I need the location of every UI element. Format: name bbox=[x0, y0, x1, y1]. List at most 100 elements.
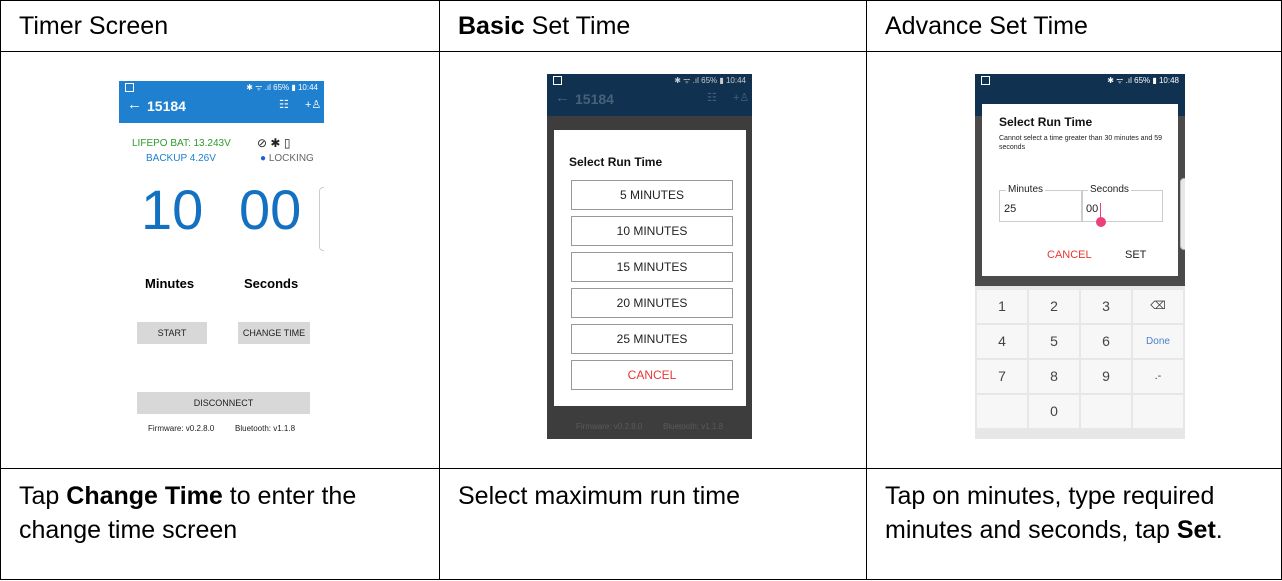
key-7[interactable]: 7 bbox=[977, 360, 1027, 393]
minutes-field[interactable]: Minutes 25 bbox=[999, 184, 1083, 222]
add-user-icon[interactable]: +♙ bbox=[305, 98, 321, 111]
side-scroll-handle bbox=[319, 187, 324, 251]
header-row: Timer Screen Basic Set Time Advance Set … bbox=[0, 0, 1282, 52]
basic-set-time-screenshot: ✱ ᯤ .ıl 65% ▮ 10:44 ← 15184 ☷ +♙ Select … bbox=[547, 74, 752, 439]
status-bar: ✱ ᯤ .ıl 65% ▮ 10:44 bbox=[547, 74, 752, 88]
key-1[interactable]: 1 bbox=[977, 290, 1027, 323]
settings-sliders-icon: ☷ bbox=[707, 92, 717, 104]
notification-icon bbox=[553, 76, 562, 85]
caption-1-bold: Change Time bbox=[66, 482, 223, 510]
minutes-field-label: Minutes bbox=[1006, 184, 1046, 195]
caption-row: Tap Change Time to enter the change time… bbox=[0, 468, 1282, 580]
caption-1-pre: Tap bbox=[19, 482, 67, 510]
disconnect-button[interactable]: DISCONNECT bbox=[137, 392, 310, 414]
key-blank-right bbox=[1133, 395, 1183, 428]
bluetooth-version: Bluetooth: v1.1.8 bbox=[235, 424, 296, 433]
done-key[interactable]: Done bbox=[1133, 325, 1183, 358]
caption-3-post: . bbox=[1215, 516, 1223, 544]
cursor-handle-icon[interactable] bbox=[1096, 217, 1106, 227]
key-decimal-minus[interactable]: .- bbox=[1133, 360, 1183, 393]
caption-2: Select maximum run time bbox=[439, 468, 867, 580]
dialog-title: Select Run Time bbox=[999, 115, 1093, 129]
option-10-minutes[interactable]: 10 MINUTES bbox=[571, 216, 733, 246]
header-col2-bold: Basic bbox=[458, 11, 525, 40]
seconds-field-label: Seconds bbox=[1088, 184, 1131, 195]
seconds-field-value: 00 bbox=[1086, 203, 1099, 215]
advance-set-time-screenshot: ✱ ᯤ .ıl 65% ▮ 10:48 Select Run Time Cann… bbox=[975, 74, 1185, 439]
dialog-title: Select Run Time bbox=[569, 155, 663, 169]
key-9[interactable]: 9 bbox=[1081, 360, 1131, 393]
caption-3-bold: Set bbox=[1176, 516, 1216, 544]
minutes-value: 10 bbox=[141, 178, 204, 241]
key-4[interactable]: 4 bbox=[977, 325, 1027, 358]
header-col3-text: Advance Set Time bbox=[885, 11, 1088, 40]
add-user-icon: +♙ bbox=[733, 92, 750, 104]
text-cursor bbox=[1100, 203, 1101, 217]
caption-1: Tap Change Time to enter the change time… bbox=[0, 468, 440, 580]
backspace-key-icon[interactable]: ⌫ bbox=[1133, 290, 1183, 323]
key-blank-left bbox=[977, 395, 1027, 428]
key-5[interactable]: 5 bbox=[1029, 325, 1079, 358]
status-bar-text: ✱ ᯤ .ıl 65% ▮ 10:44 bbox=[674, 76, 746, 85]
status-icons: ⊘ ✱ ▯ bbox=[257, 136, 290, 150]
locking-indicator: ● LOCKING bbox=[260, 153, 314, 164]
lifepo-battery-reading: LIFEPO BAT: 13.243V bbox=[132, 138, 231, 149]
device-id-title: 15184 bbox=[575, 91, 614, 107]
header-advance-set-time: Advance Set Time bbox=[866, 0, 1282, 52]
seconds-field[interactable]: Seconds 00 bbox=[1081, 184, 1163, 227]
minutes-field-value: 25 bbox=[1004, 203, 1017, 215]
minutes-label: Minutes bbox=[145, 276, 195, 291]
locking-text: LOCKING bbox=[268, 153, 314, 164]
phone-icon: ▯ bbox=[283, 136, 291, 150]
header-timer-screen: Timer Screen bbox=[0, 0, 440, 52]
option-25-minutes[interactable]: 25 MINUTES bbox=[571, 324, 733, 354]
cancel-button[interactable]: CANCEL bbox=[571, 360, 733, 390]
backup-value: 4.26V bbox=[189, 153, 216, 164]
device-id-title: 15184 bbox=[147, 98, 186, 114]
header-col1-text: Timer Screen bbox=[19, 11, 169, 40]
status-bar-text: ✱ ᯤ .ıl 65% ▮ 10:48 bbox=[1107, 76, 1179, 85]
caption-3: Tap on minutes, type required minutes an… bbox=[866, 468, 1282, 580]
locking-dot-icon: ● bbox=[260, 153, 267, 164]
key-8[interactable]: 8 bbox=[1029, 360, 1079, 393]
select-run-time-dialog: Select Run Time Cannot select a time gre… bbox=[982, 104, 1178, 276]
side-scroll-handle bbox=[1180, 178, 1185, 250]
seconds-label: Seconds bbox=[244, 276, 299, 291]
bluetooth-icon: ✱ bbox=[270, 136, 281, 150]
timer-screen-screenshot: ✱ ᯤ .ıl 65% ▮ 10:44 ← 15184 ☷ +♙ LIFEPO … bbox=[119, 81, 324, 446]
notification-icon bbox=[125, 83, 134, 92]
status-bar: ✱ ᯤ .ıl 65% ▮ 10:44 bbox=[119, 81, 324, 95]
cancel-button[interactable]: CANCEL bbox=[1047, 249, 1092, 261]
notification-icon bbox=[981, 76, 990, 85]
firmware-version: Firmware: v0.2.8.0 bbox=[148, 424, 215, 433]
header-col2-rest: Set Time bbox=[524, 11, 631, 40]
option-5-minutes[interactable]: 5 MINUTES bbox=[571, 180, 733, 210]
firmware-version: Firmware: v0.2.8.0 bbox=[576, 422, 643, 431]
backup-label: BACKUP bbox=[146, 153, 187, 164]
start-button[interactable]: START bbox=[137, 322, 207, 344]
numeric-keypad: 1 2 3 ⌫ 4 5 6 Done 7 8 9 .- 0 bbox=[975, 286, 1185, 439]
header-basic-set-time: Basic Set Time bbox=[439, 0, 867, 52]
seconds-value: 00 bbox=[239, 178, 302, 241]
key-2[interactable]: 2 bbox=[1029, 290, 1079, 323]
key-6[interactable]: 6 bbox=[1081, 325, 1131, 358]
option-20-minutes[interactable]: 20 MINUTES bbox=[571, 288, 733, 318]
back-arrow-icon[interactable]: ← bbox=[127, 96, 142, 113]
option-15-minutes[interactable]: 15 MINUTES bbox=[571, 252, 733, 282]
dialog-subtitle: Cannot select a time greater than 30 min… bbox=[999, 135, 1163, 151]
settings-sliders-icon[interactable]: ☷ bbox=[279, 98, 289, 111]
gps-off-icon: ⊘ bbox=[257, 136, 268, 150]
key-blank-mid bbox=[1081, 395, 1131, 428]
status-bar-text: ✱ ᯤ .ıl 65% ▮ 10:44 bbox=[246, 83, 318, 92]
set-button[interactable]: SET bbox=[1125, 249, 1146, 261]
caption-3-pre: Tap on minutes, type required minutes an… bbox=[885, 482, 1215, 544]
back-arrow-icon: ← bbox=[555, 89, 570, 106]
key-3[interactable]: 3 bbox=[1081, 290, 1131, 323]
status-bar: ✱ ᯤ .ıl 65% ▮ 10:48 bbox=[975, 74, 1185, 88]
change-time-button[interactable]: CHANGE TIME bbox=[238, 322, 310, 344]
caption-2-text: Select maximum run time bbox=[458, 482, 741, 510]
key-0[interactable]: 0 bbox=[1029, 395, 1079, 428]
backup-battery-reading: BACKUP 4.26V bbox=[146, 153, 216, 164]
select-run-time-dialog: Select Run Time 5 MINUTES 10 MINUTES 15 … bbox=[554, 130, 746, 406]
bluetooth-version: Bluetooth: v1.1.8 bbox=[663, 422, 724, 431]
